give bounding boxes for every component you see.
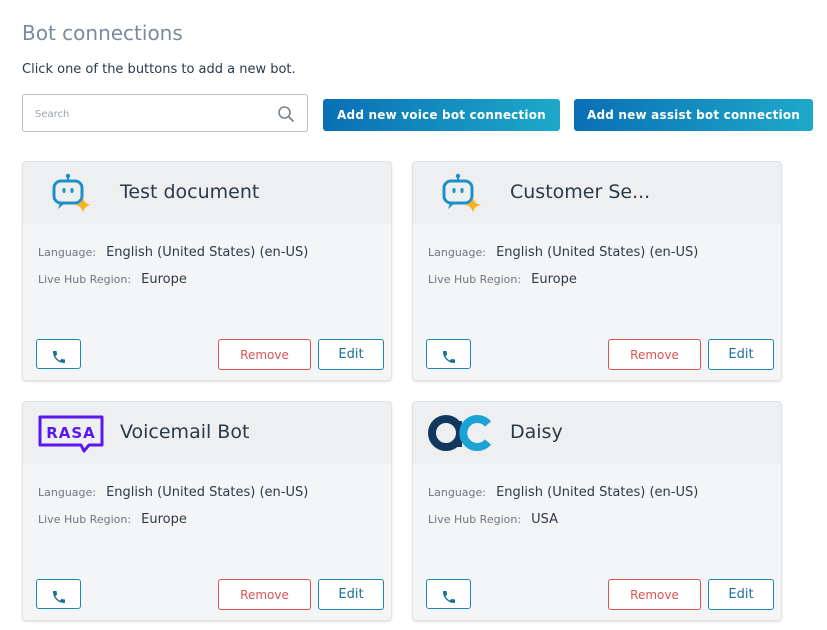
remove-button[interactable]: Remove <box>608 579 701 610</box>
language-value: English (United States) (en-US) <box>496 245 699 260</box>
call-button[interactable] <box>36 339 81 369</box>
add-voice-bot-button[interactable]: Add new voice bot connection <box>323 99 560 131</box>
svg-text:RASA: RASA <box>46 424 96 442</box>
bot-card: RASA Voicemail Bot Language: English (Un… <box>22 401 392 621</box>
call-button[interactable] <box>36 579 81 609</box>
language-label: Language: <box>428 246 486 259</box>
language-label: Language: <box>38 246 96 259</box>
remove-button[interactable]: Remove <box>218 339 311 370</box>
language-row: Language: English (United States) (en-US… <box>38 481 308 500</box>
add-assist-bot-button[interactable]: Add new assist bot connection <box>574 99 813 131</box>
edit-button[interactable]: Edit <box>318 339 384 370</box>
language-row: Language: English (United States) (en-US… <box>428 481 698 500</box>
phone-icon <box>442 591 455 603</box>
language-row: Language: English (United States) (en-US… <box>428 241 698 260</box>
region-label: Live Hub Region: <box>38 273 132 286</box>
region-label: Live Hub Region: <box>428 273 522 286</box>
bot-card: Test document Language: English (United … <box>22 161 392 381</box>
region-label: Live Hub Region: <box>428 513 522 526</box>
region-row: Live Hub Region: Europe <box>38 268 187 287</box>
phone-icon <box>52 351 65 363</box>
region-row: Live Hub Region: Europe <box>38 508 187 527</box>
remove-button[interactable]: Remove <box>608 339 701 370</box>
edit-button[interactable]: Edit <box>318 579 384 610</box>
phone-icon <box>52 591 65 603</box>
language-row: Language: English (United States) (en-US… <box>38 241 308 260</box>
language-value: English (United States) (en-US) <box>106 245 309 260</box>
card-title: Voicemail Bot <box>120 421 250 443</box>
robot-sparkle-icon <box>442 173 481 213</box>
card-header: Test document <box>23 162 391 224</box>
region-label: Live Hub Region: <box>38 513 132 526</box>
language-value: English (United States) (en-US) <box>106 485 309 500</box>
phone-icon <box>442 351 455 363</box>
bot-card: Daisy Language: English (United States) … <box>412 401 782 621</box>
search-icon[interactable] <box>277 105 295 123</box>
card-title: Daisy <box>510 421 563 443</box>
region-value: USA <box>531 512 559 527</box>
ac-logo <box>428 415 492 451</box>
search-box[interactable] <box>22 94 308 132</box>
card-header: Daisy <box>413 402 781 464</box>
bot-card: Customer Se... Language: English (United… <box>412 161 782 381</box>
card-header: Customer Se... <box>413 162 781 224</box>
edit-button[interactable]: Edit <box>708 579 774 610</box>
region-row: Live Hub Region: USA <box>428 508 558 527</box>
rasa-logo: RASA <box>38 415 104 453</box>
edit-button[interactable]: Edit <box>708 339 774 370</box>
remove-button[interactable]: Remove <box>218 579 311 610</box>
page-subtitle: Click one of the buttons to add a new bo… <box>22 62 296 77</box>
language-value: English (United States) (en-US) <box>496 485 699 500</box>
region-value: Europe <box>141 272 187 287</box>
page-title: Bot connections <box>22 21 183 45</box>
robot-sparkle-icon <box>52 173 91 213</box>
language-label: Language: <box>38 486 96 499</box>
region-value: Europe <box>531 272 577 287</box>
language-label: Language: <box>428 486 486 499</box>
region-value: Europe <box>141 512 187 527</box>
call-button[interactable] <box>426 579 471 609</box>
card-title: Customer Se... <box>510 181 651 203</box>
search-input[interactable] <box>33 103 277 125</box>
card-header: RASA Voicemail Bot <box>23 402 391 464</box>
call-button[interactable] <box>426 339 471 369</box>
card-title: Test document <box>120 181 260 203</box>
region-row: Live Hub Region: Europe <box>428 268 577 287</box>
